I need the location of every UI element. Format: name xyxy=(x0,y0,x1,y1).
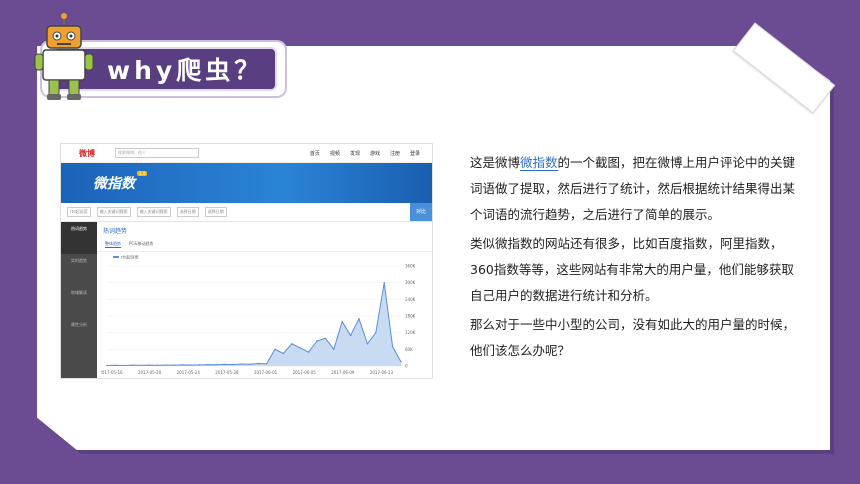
ss-filter-bar: rte起诉案 输入关键词搜索 输入关键词搜索 选择日期 选择日期 对比 xyxy=(61,203,432,222)
ss-tab-pc-mobile[interactable]: PC&移动趋势 xyxy=(129,241,153,248)
x-tick-label: 2017-06-09 xyxy=(331,370,355,375)
data-point xyxy=(114,364,117,367)
data-point xyxy=(375,331,377,334)
data-point xyxy=(139,364,142,367)
data-point xyxy=(148,364,150,366)
x-tick-label: 2017-05-20 xyxy=(138,370,162,375)
ss-tabs: 整体趋势 PC&移动趋势 xyxy=(97,235,432,252)
y-tick-label: 300K xyxy=(405,280,416,285)
data-point xyxy=(198,364,201,366)
x-tick-label: 2017-05-24 xyxy=(177,370,201,375)
data-point xyxy=(215,364,217,366)
ss-nav-discover[interactable]: 发现 xyxy=(350,150,360,157)
p1-before: 这是微博 xyxy=(470,155,521,170)
paragraph-2: 类似微指数的网站还有很多，比如百度指数，阿里指数，360指数等等，这些网站有非常… xyxy=(470,236,794,303)
data-point xyxy=(324,337,327,339)
ss-filter-date-start[interactable]: 选择日期 xyxy=(176,207,199,217)
data-point xyxy=(240,363,243,365)
ss-banner-tag: 1.0 xyxy=(137,171,148,176)
ss-tab-overall[interactable]: 整体趋势 xyxy=(105,241,121,248)
ss-nav-game[interactable]: 游戏 xyxy=(370,150,380,157)
robot-icon xyxy=(34,13,94,100)
data-point xyxy=(265,363,268,365)
data-point xyxy=(223,363,226,366)
description-text: 这是微博微指数的一个截图，把在微博上用户评论中的关键词语做了提取，然后进行了统计… xyxy=(470,150,798,367)
data-point xyxy=(282,352,285,355)
data-point xyxy=(131,364,133,366)
x-tick-label: 2017-06-05 xyxy=(293,370,317,375)
trend-chart: 0 60K 120K 180K 240K 300K 360K rte起诉案 2017-05-16… xyxy=(101,254,416,375)
ss-filter-compare2[interactable]: 输入关键词搜索 xyxy=(136,207,171,217)
ss-nav-register[interactable]: 注册 xyxy=(390,150,400,157)
legend-swatch xyxy=(113,256,119,258)
x-tick-label: 2017-05-28 xyxy=(215,370,239,375)
weibo-logo: 微博 xyxy=(79,148,95,158)
data-point xyxy=(181,364,184,366)
data-point xyxy=(391,345,394,348)
ss-side-trend[interactable]: 热词趋势 xyxy=(61,222,97,254)
y-tick-label: 120K xyxy=(405,330,416,335)
data-point xyxy=(349,334,352,337)
ss-compare-button[interactable]: 对比 xyxy=(410,203,432,221)
data-point xyxy=(257,362,259,365)
ss-side-attribute[interactable]: 属性分析 xyxy=(61,318,97,350)
data-point xyxy=(106,364,108,367)
ss-side-region[interactable]: 地域解读 xyxy=(61,286,97,318)
ss-banner-title: 微指数 xyxy=(93,176,135,192)
data-point xyxy=(358,318,360,320)
data-point xyxy=(274,348,276,351)
ss-nav-login[interactable]: 登录 xyxy=(410,150,420,157)
y-tick-label: 60K xyxy=(405,347,413,352)
y-tick-label: 240K xyxy=(405,297,416,302)
data-point xyxy=(307,351,310,353)
data-point xyxy=(383,281,385,284)
weibo-screenshot: 微博 搜索微博、找人 首页 视频 发现 游戏 注册 登录 微指数 1.0 rte… xyxy=(60,143,433,379)
legend-label: rte起诉案 xyxy=(121,254,139,260)
data-point xyxy=(299,347,301,349)
data-point xyxy=(333,348,335,351)
data-point xyxy=(316,340,318,342)
ss-banner: 微指数 1.0 xyxy=(61,163,432,203)
y-tick-label: 0 xyxy=(405,364,408,369)
data-point xyxy=(249,363,251,365)
data-point xyxy=(341,320,343,323)
ss-nav-video[interactable]: 视频 xyxy=(330,150,340,157)
x-tick-label: 2017-06-13 xyxy=(370,370,394,375)
data-point xyxy=(232,363,234,366)
paragraph-3: 那么对于一些中小型的公司，没有如此大的用户量的时候，他们该怎么办呢？ xyxy=(470,317,796,358)
data-point xyxy=(156,364,159,366)
data-point xyxy=(366,343,369,345)
ss-nav: 首页 视频 发现 游戏 注册 登录 xyxy=(310,150,420,157)
y-tick-label: 360K xyxy=(405,264,416,269)
y-tick-label: 180K xyxy=(405,314,416,319)
data-point xyxy=(190,364,192,366)
ss-topbar: 微博 搜索微博、找人 首页 视频 发现 游戏 注册 登录 xyxy=(61,144,432,163)
ss-sidebar: 热词趋势 实时趋势 地域解读 属性分析 xyxy=(61,222,97,378)
ss-search-input[interactable]: 搜索微博、找人 xyxy=(115,148,199,158)
x-tick-label: 2017-05-16 xyxy=(101,370,123,375)
x-tick-label: 2017-06-01 xyxy=(254,370,278,375)
paragraph-1: 这是微博微指数的一个截图，把在微博上用户评论中的关键词语做了提取，然后进行了统计… xyxy=(470,150,798,228)
area-fill xyxy=(107,282,401,366)
data-point xyxy=(207,363,209,366)
ss-filter-date-end[interactable]: 选择日期 xyxy=(204,207,227,217)
weizhishu-link[interactable]: 微指数 xyxy=(520,155,558,171)
ss-filter-keyword[interactable]: rte起诉案 xyxy=(67,207,91,217)
ss-main: 热词趋势 整体趋势 PC&移动趋势 0 60K 120K 180K 240K 300K 36… xyxy=(97,222,432,378)
ss-nav-home[interactable]: 首页 xyxy=(310,150,320,157)
data-point xyxy=(165,364,167,366)
page-title: why爬虫？ xyxy=(107,56,264,85)
ss-body: 热词趋势 实时趋势 地域解读 属性分析 热词趋势 整体趋势 PC&移动趋势 0 6… xyxy=(61,222,432,378)
data-point xyxy=(291,343,293,345)
data-point xyxy=(123,364,125,367)
ss-side-realtime[interactable]: 实时趋势 xyxy=(61,254,97,286)
data-point xyxy=(173,364,175,366)
ss-section-title: 热词趋势 xyxy=(103,228,128,235)
data-point xyxy=(400,361,402,363)
ss-filter-compare1[interactable]: 输入关键词搜索 xyxy=(96,207,131,217)
